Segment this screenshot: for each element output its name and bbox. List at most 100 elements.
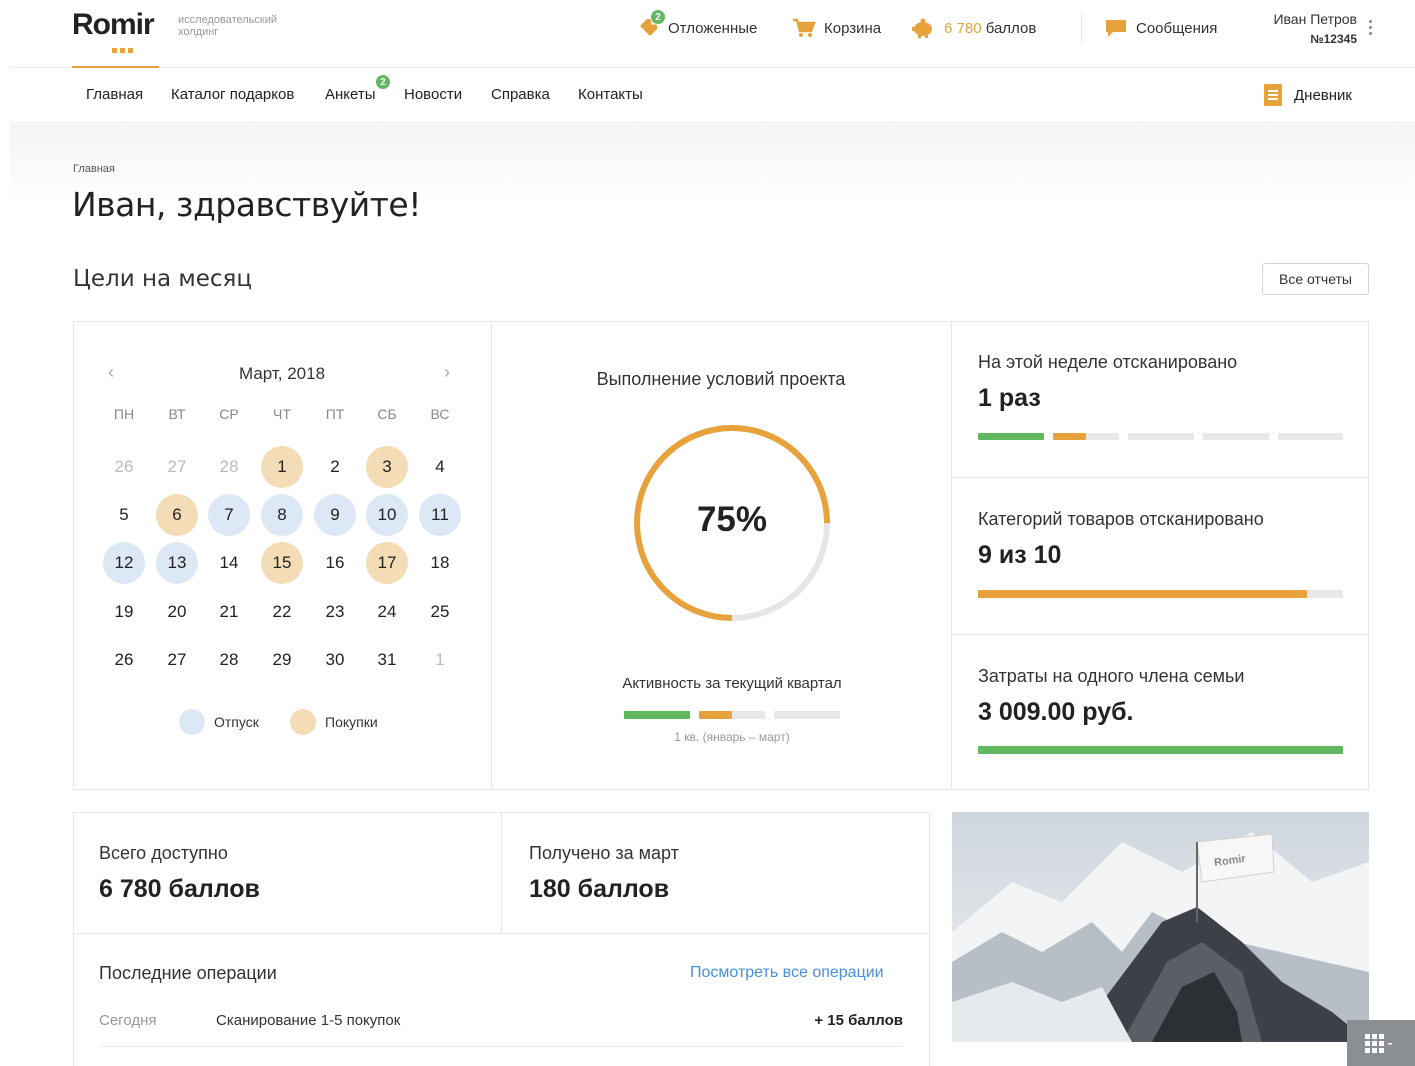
calendar-day-vacation[interactable]: 11 <box>419 494 461 536</box>
calendar-day[interactable]: 18 <box>419 542 461 584</box>
calendar-day[interactable]: 2 <box>314 446 356 488</box>
calendar-day-purchase[interactable]: 17 <box>366 542 408 584</box>
calendar-weekday: ПН <box>113 406 135 422</box>
calendar-day-vacation[interactable]: 13 <box>156 542 198 584</box>
operation-description: Сканирование 1-5 покупок <box>216 1012 401 1029</box>
scanned-week-label: На этой неделе отсканировано <box>978 352 1238 372</box>
promo-mountain-image[interactable]: Romir <box>952 812 1369 1042</box>
nav-item-contacts[interactable]: Контакты <box>578 86 643 103</box>
progress-percent: 75% <box>696 500 768 539</box>
nav-item-news[interactable]: Новости <box>404 86 462 103</box>
available-label: Всего доступно <box>99 843 228 863</box>
calendar-day-purchase[interactable]: 15 <box>261 542 303 584</box>
calendar-day[interactable]: 29 <box>261 639 303 681</box>
calendar-day-vacation[interactable]: 7 <box>208 494 250 536</box>
calendar-day[interactable]: 24 <box>366 591 408 633</box>
message-icon <box>1106 20 1126 37</box>
all-reports-button[interactable]: Все отчеты <box>1262 263 1369 295</box>
nav-item-gift-catalog[interactable]: Каталог подарков <box>171 86 294 103</box>
points-link[interactable]: 6 780 баллов <box>910 17 1036 39</box>
operation-date: Сегодня <box>99 1012 157 1029</box>
calendar-day[interactable]: 4 <box>419 446 461 488</box>
calendar-day[interactable]: 22 <box>261 591 303 633</box>
cart-label: Корзина <box>824 19 882 37</box>
costs-value: 3 009.00 руб. <box>978 698 1134 726</box>
calendar-day[interactable]: 30 <box>314 639 356 681</box>
calendar-weekday: СР <box>219 406 239 422</box>
nav-active-indicator <box>72 66 159 68</box>
calendar-day[interactable]: 27 <box>156 446 198 488</box>
romir-logo[interactable]: Romir <box>72 8 155 42</box>
legend-purchases-label: Покупки <box>325 714 378 730</box>
calendar-title: Март, 2018 <box>238 364 326 383</box>
calendar-day[interactable]: 20 <box>156 591 198 633</box>
grid-icon <box>1365 1034 1392 1053</box>
calendar-day[interactable]: 31 <box>366 639 408 681</box>
week-segment-4 <box>1203 433 1269 440</box>
available-value: 6 780 баллов <box>99 875 260 903</box>
calendar-day[interactable]: 28 <box>208 639 250 681</box>
calendar-day[interactable]: 19 <box>103 591 145 633</box>
calendar-day[interactable]: 23 <box>314 591 356 633</box>
view-all-operations-link[interactable]: Посмотреть все операции <box>690 964 884 982</box>
calendar-day-vacation[interactable]: 12 <box>103 542 145 584</box>
costs-label: Затраты на одного члена семьи <box>978 666 1245 686</box>
calendar-day-purchase[interactable]: 3 <box>366 446 408 488</box>
calendar-day[interactable]: 26 <box>103 639 145 681</box>
calendar-weekday: ВТ <box>168 406 186 422</box>
calendar-day[interactable]: 1 <box>419 639 461 681</box>
calendar-day-vacation[interactable]: 8 <box>261 494 303 536</box>
cart-link[interactable]: Корзина <box>792 17 881 39</box>
diary-link[interactable]: Дневник <box>1264 84 1352 106</box>
calendar-weekday: ЧТ <box>273 406 291 422</box>
received-value: 180 баллов <box>529 875 670 903</box>
project-progress-title: Выполнение условий проекта <box>596 369 846 389</box>
header-separator <box>1081 14 1082 42</box>
calendar-day[interactable]: 25 <box>419 591 461 633</box>
user-name[interactable]: Иван Петров <box>1242 11 1357 27</box>
categories-label: Категорий товаров отсканировано <box>978 509 1264 529</box>
nav-item-home[interactable]: Главная <box>86 86 143 103</box>
diary-icon <box>1264 84 1282 106</box>
user-id: №12345 <box>1310 32 1357 46</box>
surveys-count-badge: 2 <box>375 74 391 90</box>
points-value: 6 780 <box>944 19 982 37</box>
legend-vacation-label: Отпуск <box>214 714 259 730</box>
calendar-day-purchase[interactable]: 1 <box>261 446 303 488</box>
more-menu-icon[interactable] <box>1369 20 1372 38</box>
calendar-weekday: ПТ <box>325 406 345 422</box>
logo-subtitle: исследовательский холдинг <box>178 14 277 38</box>
deferred-label: Отложенные <box>668 19 758 37</box>
breadcrumb[interactable]: Главная <box>73 163 115 175</box>
calendar-day[interactable]: 28 <box>208 446 250 488</box>
calendar-day[interactable]: 14 <box>208 542 250 584</box>
calendar-day[interactable]: 5 <box>103 494 145 536</box>
activity-segment-february-fill <box>699 711 732 719</box>
calendar-day[interactable]: 16 <box>314 542 356 584</box>
calendar-day[interactable]: 21 <box>208 591 250 633</box>
activity-period: 1 кв. (январь – март) <box>674 730 790 744</box>
calendar-weekday: ВС <box>430 406 450 422</box>
nav-item-surveys[interactable]: Анкеты <box>325 86 376 103</box>
messages-link[interactable]: Сообщения <box>1104 17 1217 39</box>
week-segment-1 <box>978 433 1044 440</box>
calendar-day-purchase[interactable]: 6 <box>156 494 198 536</box>
legend-purchases-dot <box>290 709 316 735</box>
calendar-day-vacation[interactable]: 9 <box>314 494 356 536</box>
calendar-day[interactable]: 27 <box>156 639 198 681</box>
calendar-day-vacation[interactable]: 10 <box>366 494 408 536</box>
categories-bar-fill <box>978 590 1307 598</box>
main-nav: Главная Каталог подарков Анкеты 2 Новост… <box>10 66 1415 123</box>
diary-label: Дневник <box>1294 86 1352 104</box>
goals-section-title: Цели на месяц <box>73 266 253 292</box>
nav-item-help[interactable]: Справка <box>491 86 550 103</box>
messages-label: Сообщения <box>1136 19 1218 37</box>
legend-vacation-dot <box>179 709 205 735</box>
received-label: Получено за март <box>529 843 679 863</box>
week-segment-2-fill <box>1053 433 1086 440</box>
piggy-bank-icon <box>912 18 932 38</box>
apps-grid-button[interactable] <box>1347 1020 1415 1066</box>
calendar-day[interactable]: 26 <box>103 446 145 488</box>
activity-title: Активность за текущий квартал <box>622 675 842 692</box>
top-header: Romir исследовательский холдинг Отложенн… <box>10 0 1415 68</box>
